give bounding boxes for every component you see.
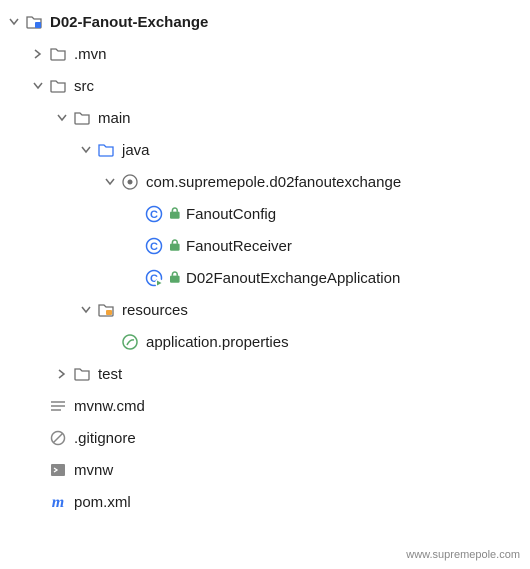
tree-item-label: test [98,366,122,383]
tree-item-label: .gitignore [74,430,136,447]
project-tree: D02-Fanout-Exchange .mvn src main java c… [4,6,526,518]
tree-item-label: FanoutConfig [186,206,276,223]
tree-item-label: FanoutReceiver [186,238,292,255]
folder-icon [72,109,92,127]
text-file-icon [48,397,68,415]
tree-item-label: src [74,78,94,95]
tree-item-label: resources [122,302,188,319]
chevron-down-icon[interactable] [28,81,48,91]
chevron-down-icon[interactable] [100,177,120,187]
tree-item-main-folder[interactable]: main [4,102,526,134]
spring-config-icon [120,333,140,351]
tree-item-resources-folder[interactable]: resources [4,294,526,326]
tree-item-label: .mvn [74,46,107,63]
folder-icon [48,45,68,63]
tree-item-mvnw-cmd[interactable]: mvnw.cmd [4,390,526,422]
tree-item-test-folder[interactable]: test [4,358,526,390]
resources-folder-icon [96,301,116,319]
tree-item-label: mvnw.cmd [74,398,145,415]
chevron-down-icon[interactable] [76,305,96,315]
maven-icon [48,493,68,511]
package-icon [120,173,140,191]
tree-item-label: D02FanoutExchangeApplication [186,270,400,287]
source-folder-icon [96,141,116,159]
chevron-right-icon[interactable] [28,49,48,59]
tree-item-label: com.supremepole.d02fanoutexchange [146,174,401,191]
tree-item-gitignore[interactable]: .gitignore [4,422,526,454]
chevron-right-icon[interactable] [52,369,72,379]
lock-icon [170,237,182,255]
lock-icon [170,205,182,223]
chevron-down-icon[interactable] [4,17,24,27]
tree-item-class-fanoutreceiver[interactable]: FanoutReceiver [4,230,526,262]
tree-item-pom-xml[interactable]: pom.xml [4,486,526,518]
tree-item-root[interactable]: D02-Fanout-Exchange [4,6,526,38]
tree-item-label: main [98,110,131,127]
class-icon [144,205,164,223]
tree-item-mvn-folder[interactable]: .mvn [4,38,526,70]
tree-item-label: mvnw [74,462,113,479]
tree-item-src-folder[interactable]: src [4,70,526,102]
tree-item-package[interactable]: com.supremepole.d02fanoutexchange [4,166,526,198]
tree-item-class-application[interactable]: D02FanoutExchangeApplication [4,262,526,294]
shell-script-icon [48,461,68,479]
tree-item-label: pom.xml [74,494,131,511]
lock-icon [170,269,182,287]
tree-item-label: java [122,142,150,159]
tree-item-label: D02-Fanout-Exchange [50,14,208,31]
runnable-class-icon [144,269,164,287]
watermark: www.supremepole.com [406,549,520,561]
tree-item-java-folder[interactable]: java [4,134,526,166]
tree-item-mvnw[interactable]: mvnw [4,454,526,486]
chevron-down-icon[interactable] [52,113,72,123]
tree-item-application-properties[interactable]: application.properties [4,326,526,358]
ignore-file-icon [48,429,68,447]
module-folder-icon [24,13,44,31]
folder-icon [72,365,92,383]
tree-item-label: application.properties [146,334,289,351]
tree-item-class-fanoutconfig[interactable]: FanoutConfig [4,198,526,230]
class-icon [144,237,164,255]
chevron-down-icon[interactable] [76,145,96,155]
folder-icon [48,77,68,95]
